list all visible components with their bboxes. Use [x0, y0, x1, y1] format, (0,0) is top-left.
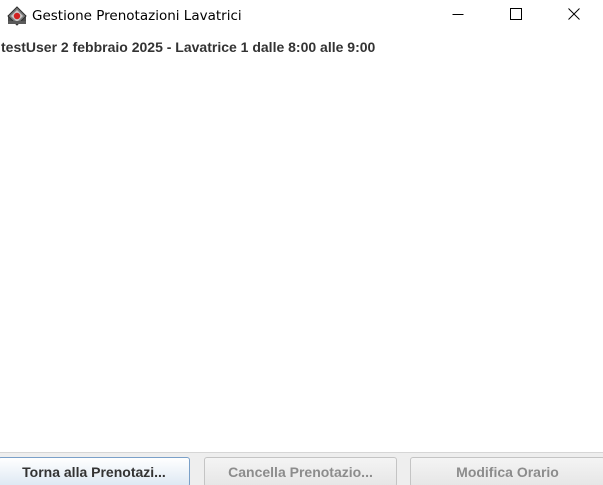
- app-window: Gestione Prenotazioni Lavatrici testUser…: [0, 0, 603, 485]
- minimize-icon: [452, 7, 464, 25]
- minimize-button[interactable]: [429, 0, 487, 31]
- title-bar[interactable]: Gestione Prenotazioni Lavatrici: [0, 0, 603, 32]
- java-app-icon: [7, 6, 27, 26]
- button-bar: Torna alla Prenotazi... Cancella Prenota…: [0, 452, 603, 485]
- modify-time-button[interactable]: Modifica Orario: [410, 457, 603, 485]
- back-to-booking-button[interactable]: Torna alla Prenotazi...: [0, 457, 190, 485]
- window-title: Gestione Prenotazioni Lavatrici: [32, 8, 242, 24]
- close-button[interactable]: [545, 0, 603, 31]
- close-icon: [568, 7, 580, 25]
- cancel-booking-button[interactable]: Cancella Prenotazio...: [204, 457, 397, 485]
- booking-list[interactable]: testUser 2 febbraio 2025 - Lavatrice 1 d…: [0, 32, 603, 452]
- maximize-icon: [510, 7, 522, 25]
- maximize-button[interactable]: [487, 0, 545, 31]
- list-item[interactable]: testUser 2 febbraio 2025 - Lavatrice 1 d…: [1, 39, 375, 56]
